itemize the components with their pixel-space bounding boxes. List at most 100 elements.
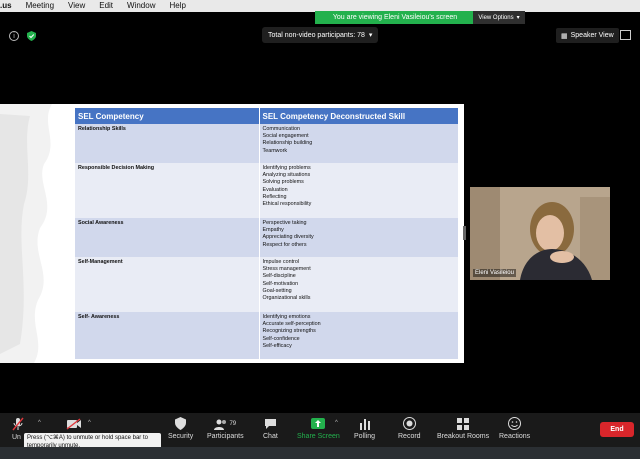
table-row: Self-Management Impulse control Stress m… xyxy=(75,257,458,312)
security-label: Security xyxy=(168,433,194,440)
view-options-button[interactable]: View Options ▾ xyxy=(473,11,525,24)
fullscreen-icon[interactable] xyxy=(620,30,631,40)
audio-options-caret[interactable]: ^ xyxy=(38,420,41,426)
chevron-down-icon: ▾ xyxy=(516,15,520,21)
non-video-participants-dropdown[interactable]: Total non-video participants: 78 ▾ xyxy=(262,27,379,43)
table-row: Self- Awareness Identifying emotions Acc… xyxy=(75,312,458,359)
menu-app-name[interactable]: .us xyxy=(0,0,19,12)
speaker-view-button[interactable]: ▦ Speaker View xyxy=(556,28,619,43)
info-icon[interactable]: i xyxy=(9,31,19,41)
skill-item: Identifying problems xyxy=(262,165,311,171)
skill-item: Self-efficacy xyxy=(262,342,292,349)
resize-handle[interactable] xyxy=(463,226,466,240)
chat-button[interactable]: Chat xyxy=(263,416,278,440)
end-meeting-button[interactable]: End xyxy=(600,422,634,437)
participants-button[interactable]: 79 Participants xyxy=(207,416,244,440)
skill-item: Recognizing strengths xyxy=(262,328,316,335)
participant-video-frame xyxy=(470,187,610,280)
skill-item: Perspective taking xyxy=(262,220,307,226)
share-options-caret[interactable]: ^ xyxy=(335,420,338,426)
table-row: Relationship Skills Communication Social… xyxy=(75,124,458,163)
skill-item: Evaluation xyxy=(262,186,288,193)
brush-decoration xyxy=(0,104,52,363)
screen-share-banner: You are viewing Eleni Vasileiou's screen xyxy=(315,11,475,24)
view-options-label: View Options xyxy=(478,14,514,21)
competency-cell: Self-Management xyxy=(75,257,259,312)
skill-item: Goal-setting xyxy=(262,287,292,294)
competency-cell: Responsible Decision Making xyxy=(75,163,259,218)
unmute-button[interactable] xyxy=(12,416,24,431)
skill-item: Organizational skills xyxy=(262,295,311,302)
non-video-participants-label: Total non-video participants: 78 xyxy=(268,31,365,39)
share-screen-icon xyxy=(311,416,326,431)
participant-video-tile[interactable]: Eleni Vasileiou xyxy=(470,187,610,280)
skill-item: Relationship building xyxy=(262,140,313,147)
competency-cell: Self- Awareness xyxy=(75,312,259,359)
breakout-rooms-button[interactable]: Breakout Rooms xyxy=(437,416,489,440)
speaker-view-label: Speaker View xyxy=(570,32,614,39)
share-screen-button[interactable]: Share Screen xyxy=(297,416,340,440)
start-video-button[interactable] xyxy=(66,416,82,431)
skill-item: Accurate self-perception xyxy=(262,321,321,328)
skill-item: Stress management xyxy=(262,266,311,273)
table-row: Social Awareness Perspective taking Empa… xyxy=(75,218,458,257)
record-button[interactable]: Record xyxy=(398,416,421,440)
chat-icon xyxy=(264,416,277,431)
shield-icon xyxy=(175,416,187,431)
skill-item: Communication xyxy=(262,126,300,132)
participant-name-label: Eleni Vasileiou xyxy=(473,269,516,277)
skill-item: Reflecting xyxy=(262,193,287,200)
desktop-strip xyxy=(0,447,640,459)
encryption-shield-icon[interactable] xyxy=(27,31,36,41)
menu-meeting[interactable]: Meeting xyxy=(19,0,61,12)
skill-item: Analyzing situations xyxy=(262,172,311,179)
skill-item: Appreciating diversity xyxy=(262,234,314,241)
reactions-label: Reactions xyxy=(499,433,531,440)
polling-label: Polling xyxy=(354,433,376,440)
skill-item: Self-confidence xyxy=(262,335,300,342)
skill-item: Impulse control xyxy=(262,259,300,265)
sel-competency-table: SEL Competency SEL Competency Deconstruc… xyxy=(75,108,458,359)
breakout-rooms-label: Breakout Rooms xyxy=(437,433,490,440)
polling-icon xyxy=(359,416,371,431)
polling-button[interactable]: Polling xyxy=(354,416,375,440)
competency-cell: Social Awareness xyxy=(75,218,259,257)
menu-view[interactable]: View xyxy=(61,0,92,12)
security-button[interactable]: Security xyxy=(168,416,193,440)
skills-cell: Perspective taking Empathy Appreciating … xyxy=(258,218,458,257)
column-header: SEL Competency xyxy=(75,108,259,124)
video-options-caret[interactable]: ^ xyxy=(88,420,91,426)
competency-cell: Relationship Skills xyxy=(75,124,259,163)
chevron-down-icon: ▾ xyxy=(368,32,373,39)
skills-cell: Identifying emotions Accurate self-perce… xyxy=(258,312,458,359)
share-screen-label: Share Screen xyxy=(297,433,340,440)
participants-icon: 79 xyxy=(214,416,236,431)
menu-window[interactable]: Window xyxy=(120,0,162,12)
skill-item: Solving problems xyxy=(262,179,304,186)
grid-icon: ▦ xyxy=(561,32,568,40)
menu-edit[interactable]: Edit xyxy=(92,0,120,12)
skills-cell: Identifying problems Analyzing situation… xyxy=(258,163,458,218)
unmute-label: Un xyxy=(12,434,21,441)
chat-label: Chat xyxy=(263,433,278,440)
skill-item: Respect for others xyxy=(262,241,307,248)
skill-item: Social engagement xyxy=(262,133,309,140)
muted-microphone-icon xyxy=(12,416,24,431)
table-row: Responsible Decision Making Identifying … xyxy=(75,163,458,218)
menu-help[interactable]: Help xyxy=(162,0,192,12)
skill-item: Self-discipline xyxy=(262,273,296,280)
skill-item: Teamwork xyxy=(262,147,288,154)
skill-item: Empathy xyxy=(262,227,284,234)
skills-cell: Impulse control Stress management Self-d… xyxy=(258,257,458,312)
participants-count-badge: 79 xyxy=(229,420,237,427)
reactions-button[interactable]: Reactions xyxy=(499,416,530,440)
skill-item: Ethical responsibility xyxy=(262,201,312,208)
breakout-rooms-icon xyxy=(457,416,470,431)
shared-screen: SEL Competency SEL Competency Deconstruc… xyxy=(0,104,464,363)
skills-cell: Communication Social engagement Relation… xyxy=(258,124,458,163)
skill-item: Self-motivation xyxy=(262,280,299,287)
skill-item: Identifying emotions xyxy=(262,314,311,320)
participants-label: Participants xyxy=(207,433,244,440)
column-header: SEL Competency Deconstructed Skill xyxy=(258,108,458,124)
reactions-icon xyxy=(508,416,522,431)
